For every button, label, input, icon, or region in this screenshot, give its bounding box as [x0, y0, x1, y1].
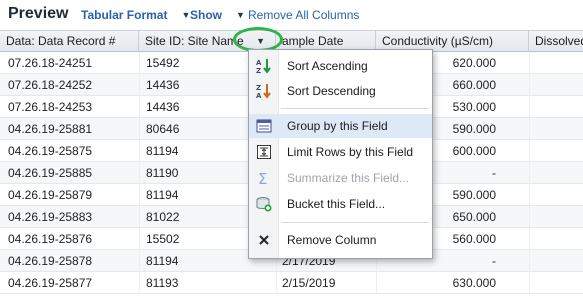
column-divider — [529, 228, 530, 250]
data-record-cell: 04.26.19-25883 — [8, 210, 93, 224]
site-id-cell: 81194 — [146, 254, 179, 268]
show-label: Show — [190, 8, 222, 22]
menu-separator — [281, 222, 429, 223]
column-divider — [376, 272, 377, 294]
column-header-data-record[interactable]: Data: Data Record # — [0, 31, 139, 52]
column-divider — [529, 206, 530, 228]
menu-item-group-by-field[interactable]: Group by this Field — [249, 114, 432, 138]
menu-item-sort-descending[interactable]: Z A Sort Descending — [249, 79, 432, 103]
column-divider — [139, 140, 140, 162]
data-record-cell: 04.26.19-25885 — [8, 166, 93, 180]
menu-item-remove-column[interactable]: Remove Column — [249, 228, 432, 252]
menu-item-sort-ascending[interactable]: A Z Sort Ascending — [249, 54, 432, 78]
sort-descending-icon: Z A — [256, 84, 271, 99]
toolbar: Preview Tabular Format ▼ Show ▼ Remove A… — [0, 0, 583, 30]
data-record-cell: 04.26.19-25877 — [8, 276, 93, 290]
remove-all-columns-link[interactable]: Remove All Columns — [248, 8, 359, 22]
tabular-format-label: Tabular Format — [81, 8, 168, 22]
column-divider — [139, 228, 140, 250]
data-record-cell: 04.26.19-25879 — [8, 188, 93, 202]
column-divider — [276, 272, 277, 294]
site-id-cell: 81193 — [146, 276, 179, 290]
limit-rows-icon — [257, 145, 271, 159]
svg-text:Z: Z — [256, 67, 261, 74]
site-id-cell: 80646 — [146, 122, 180, 136]
data-record-cell: 07.26.18-24253 — [8, 100, 93, 114]
data-record-cell: 07.26.18-24251 — [8, 56, 93, 70]
site-id-cell: 81190 — [146, 166, 179, 180]
menu-item-summarize-field[interactable]: Σ Summarize this Field... — [249, 166, 432, 190]
column-divider — [139, 206, 140, 228]
column-divider — [529, 118, 530, 140]
column-divider — [139, 96, 140, 118]
data-record-cell: 04.26.19-25875 — [8, 144, 93, 158]
group-icon — [256, 119, 272, 133]
column-divider — [529, 140, 530, 162]
menu-item-limit-rows[interactable]: Limit Rows by this Field — [249, 140, 432, 164]
tabular-format-menu[interactable]: Tabular Format ▼ — [81, 8, 190, 22]
svg-text:Σ: Σ — [258, 170, 267, 186]
sample-date-cell: 2/15/2019 — [282, 276, 336, 290]
show-menu[interactable]: Show ▼ — [190, 8, 245, 22]
svg-text:Z: Z — [256, 84, 261, 92]
svg-text:A: A — [256, 92, 262, 99]
chevron-down-icon: ▼ — [236, 10, 245, 20]
column-divider — [139, 52, 140, 74]
site-id-cell: 81194 — [146, 188, 179, 202]
column-header-dissolved[interactable]: Dissolved — [529, 31, 583, 52]
column-divider — [139, 74, 140, 96]
menu-separator — [281, 108, 429, 109]
column-divider — [139, 118, 140, 140]
site-id-cell: 15502 — [146, 232, 180, 246]
column-divider — [139, 162, 140, 184]
conductivity-cell: 630.000 — [452, 276, 496, 290]
column-divider — [529, 74, 530, 96]
site-id-cell: 81194 — [146, 144, 179, 158]
close-icon — [259, 235, 269, 245]
column-divider — [529, 184, 530, 206]
column-context-menu: A Z Sort Ascending Z A Sort Descending G… — [248, 49, 433, 259]
sigma-icon: Σ — [258, 170, 267, 186]
column-divider — [139, 272, 140, 294]
column-divider — [529, 272, 530, 294]
column-divider — [139, 184, 140, 206]
site-id-cell: 81022 — [146, 210, 180, 224]
menu-item-bucket-field[interactable]: Bucket this Field... — [249, 192, 432, 216]
column-divider — [139, 250, 140, 272]
data-record-cell: 04.26.19-25876 — [8, 232, 93, 246]
data-record-cell: 04.26.19-25878 — [8, 254, 93, 268]
page-title: Preview — [8, 5, 69, 22]
column-divider — [529, 162, 530, 184]
column-divider — [529, 250, 530, 272]
data-record-cell: 04.26.19-25881 — [8, 122, 93, 136]
data-record-cell: 07.26.18-24252 — [8, 78, 93, 92]
column-menu-chevron-icon[interactable]: ▼ — [256, 31, 265, 51]
site-id-cell: 14436 — [146, 100, 180, 114]
site-id-cell: 14436 — [146, 78, 180, 92]
column-divider — [529, 52, 530, 74]
bucket-icon — [256, 197, 272, 212]
site-id-cell: 15492 — [146, 56, 180, 70]
sort-ascending-icon: A Z — [256, 59, 271, 74]
column-divider — [529, 96, 530, 118]
svg-text:A: A — [256, 59, 262, 67]
table-row[interactable]: 04.26.19-25877 81193 2/15/2019 630.000 — [0, 272, 583, 294]
